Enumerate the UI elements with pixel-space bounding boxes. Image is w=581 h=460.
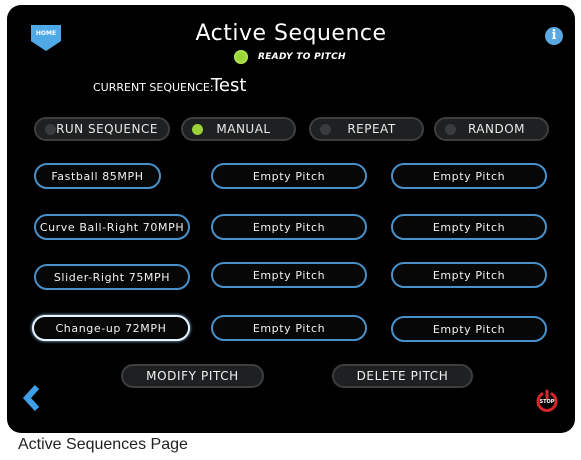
pitch-slot-2-2[interactable]: Empty Pitch xyxy=(211,214,367,240)
status-text: READY TO PITCH xyxy=(258,52,346,62)
device-screen: HOME Active Sequence i READY TO PITCH CU… xyxy=(7,5,575,433)
pitch-slot-4-1[interactable]: Change-up 72MPH xyxy=(32,315,190,341)
mode-indicator-icon xyxy=(445,123,456,135)
pitch-slot-4-2[interactable]: Empty Pitch xyxy=(211,315,367,341)
mode-run-sequence-button[interactable]: RUN SEQUENCE xyxy=(34,117,170,141)
mode-repeat-button[interactable]: REPEAT xyxy=(309,117,424,141)
mode-indicator-icon xyxy=(320,123,331,135)
pitch-slot-2-1[interactable]: Curve Ball-Right 70MPH xyxy=(34,214,190,240)
pitch-slot-1-1[interactable]: Fastball 85MPH xyxy=(34,163,161,189)
current-sequence-value: Test xyxy=(211,75,247,96)
pitch-slot-3-3[interactable]: Empty Pitch xyxy=(391,262,547,288)
pitch-slot-3-1[interactable]: Slider-Right 75MPH xyxy=(34,264,190,290)
delete-pitch-button[interactable]: DELETE PITCH xyxy=(332,364,473,388)
page-title: Active Sequence xyxy=(195,21,387,46)
status-indicator: READY TO PITCH xyxy=(234,50,346,64)
mode-manual-button[interactable]: MANUAL xyxy=(181,117,296,141)
mode-indicator-icon xyxy=(45,123,56,135)
mode-label: MANUAL xyxy=(216,122,271,136)
pitch-slot-3-2[interactable]: Empty Pitch xyxy=(211,262,367,288)
mode-label: REPEAT xyxy=(347,122,396,136)
current-sequence-label: CURRENT SEQUENCE: xyxy=(93,81,214,94)
mode-label: RANDOM xyxy=(467,122,526,136)
info-icon[interactable]: i xyxy=(545,27,563,45)
pitch-slot-1-3[interactable]: Empty Pitch xyxy=(391,163,547,189)
pitch-slot-2-3[interactable]: Empty Pitch xyxy=(391,214,547,240)
status-light xyxy=(234,50,248,64)
figure-caption: Active Sequences Page xyxy=(18,436,188,453)
pitch-slot-4-3[interactable]: Empty Pitch xyxy=(391,316,547,342)
stop-label: STOP xyxy=(539,399,555,405)
mode-label: RUN SEQUENCE xyxy=(56,122,158,136)
pitch-slot-1-2[interactable]: Empty Pitch xyxy=(211,163,367,189)
stop-button[interactable]: STOP xyxy=(535,389,559,413)
mode-random-button[interactable]: RANDOM xyxy=(434,117,549,141)
mode-indicator-icon xyxy=(192,123,203,135)
modify-pitch-button[interactable]: MODIFY PITCH xyxy=(121,364,264,388)
chevron-left-icon[interactable] xyxy=(21,384,43,412)
